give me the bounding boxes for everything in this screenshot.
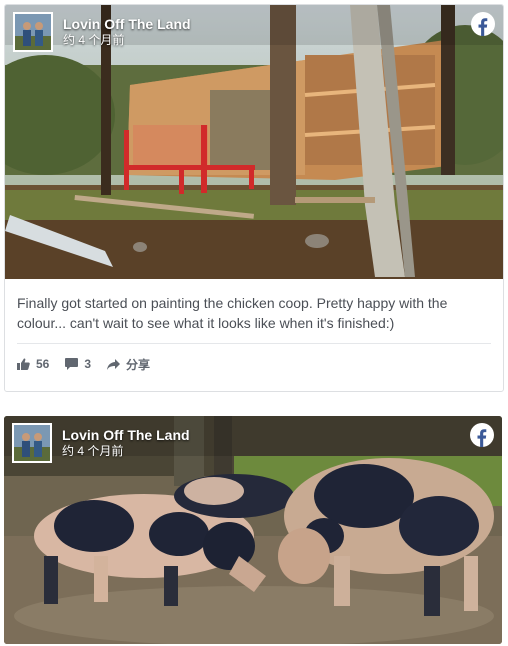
post-time[interactable]: 约 4 个月前 [63, 33, 191, 48]
like-button[interactable]: 56 [17, 357, 49, 371]
share-button[interactable]: 分享 [107, 356, 150, 373]
comment-icon [65, 358, 79, 370]
like-icon [17, 358, 30, 370]
pigs-photo[interactable]: Lovin Off The Land 约 4 个月前 [4, 416, 502, 644]
comment-count: 3 [84, 357, 92, 371]
chicken-coop-photo[interactable]: Lovin Off The Land 约 4 个月前 [5, 5, 503, 279]
post-card: Lovin Off The Land 约 4 个月前 Finally got s… [4, 4, 504, 392]
like-count: 56 [36, 357, 50, 371]
post-header: Lovin Off The Land 约 4 个月前 [12, 423, 190, 463]
post-caption: Finally got started on painting the chic… [17, 295, 448, 331]
avatar[interactable] [13, 12, 53, 52]
post-header: Lovin Off The Land 约 4 个月前 [13, 12, 191, 52]
facebook-icon[interactable] [471, 12, 495, 36]
facebook-icon[interactable] [470, 423, 494, 447]
post-time[interactable]: 约 4 个月前 [62, 444, 190, 459]
page-name[interactable]: Lovin Off The Land [63, 16, 191, 33]
share-label: 分享 [126, 357, 151, 372]
share-icon [107, 358, 121, 370]
avatar[interactable] [12, 423, 52, 463]
page-name[interactable]: Lovin Off The Land [62, 427, 190, 444]
post-card: Lovin Off The Land 约 4 个月前 [4, 416, 502, 644]
comment-button[interactable]: 3 [65, 357, 91, 371]
post-actions: 56 3 分享 [5, 344, 503, 384]
